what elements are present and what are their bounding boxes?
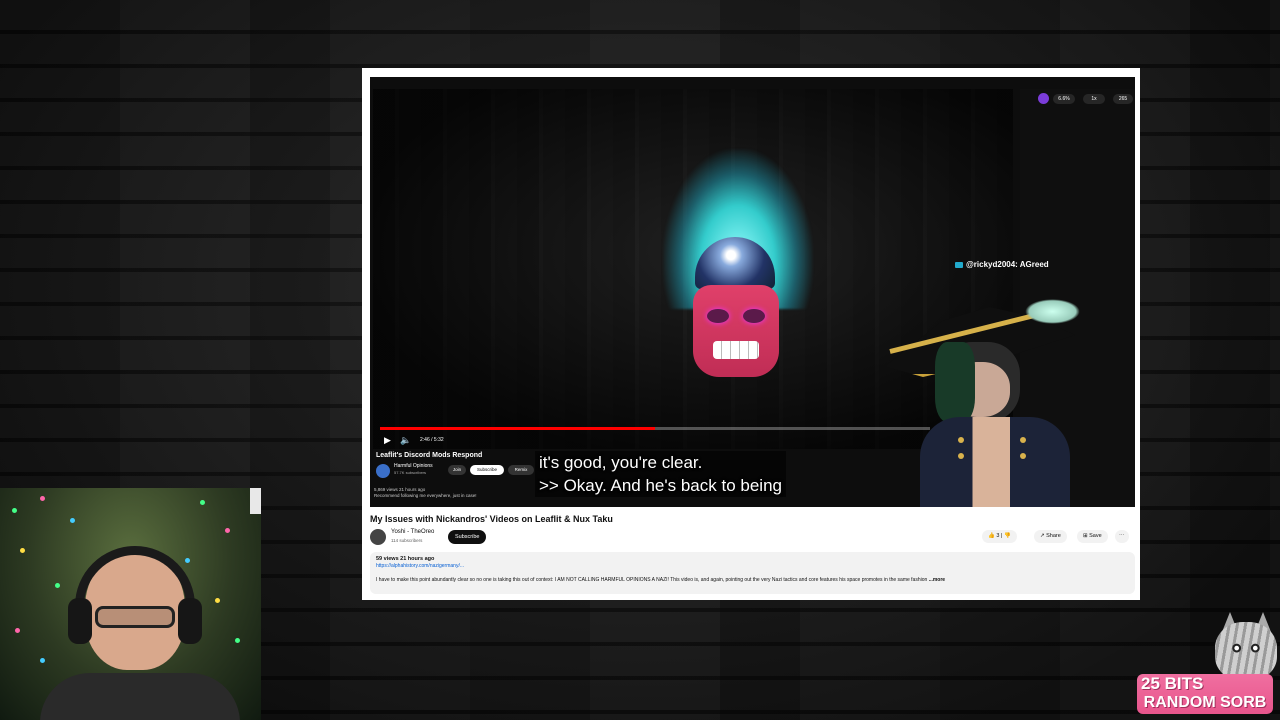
youtube-icon (955, 261, 963, 268)
more-actions-button[interactable]: ⋯ (1115, 530, 1129, 543)
inner-video-title: Leaflit's Discord Mods Respond (376, 452, 483, 459)
inner-join-button[interactable]: Join (448, 465, 466, 475)
thumbs-down-icon: | 👎 (999, 533, 1011, 539)
bits-amount: 25 BITS (1141, 674, 1204, 693)
inner-channel-avatar (376, 464, 390, 478)
like-button[interactable]: 👍 3 | 👎 (982, 530, 1017, 543)
pink-skull-logo (693, 285, 779, 377)
inner-subscribe-button[interactable]: Subscribe (470, 465, 504, 475)
share-button[interactable]: ↗ Share (1034, 530, 1067, 543)
play-icon[interactable]: ▶ (384, 435, 391, 446)
save-button[interactable]: ⊞ Save (1077, 530, 1108, 543)
pirate-coat (920, 417, 1070, 507)
description-box[interactable]: 59 views 21 hours ago https://alphahisto… (370, 552, 1135, 594)
extension-icon[interactable] (1038, 93, 1049, 104)
progress-fill (380, 427, 655, 430)
video-player[interactable]: 6.6% 1x 265 ▶ 🔈 2:46 / 5:32 Leaflit's Di… (370, 77, 1135, 507)
glasses (95, 606, 175, 628)
channel-name[interactable]: Yoshi - TheOreo (391, 529, 434, 535)
side-pill-3[interactable]: 265 (1113, 94, 1133, 104)
video-title: My Issues with Nickandros' Videos on Lea… (370, 514, 613, 524)
caption-line-2: >> Okay. And he's back to being (535, 474, 786, 497)
subscribe-button[interactable]: Subscribe (448, 530, 487, 544)
bits-donor: RANDOM SORB (1143, 694, 1267, 711)
description-link[interactable]: https://alphahistory.com/nazigermany/... (376, 563, 1129, 569)
channel-avatar[interactable] (370, 529, 386, 545)
inner-remix-button[interactable]: Remix (508, 465, 534, 475)
chat-message: @rickyd2004: AGreed (955, 260, 1049, 269)
bits-alert: 25 BITS RANDOM SORB (1137, 674, 1273, 714)
description-views: 59 views 21 hours ago (376, 556, 435, 562)
pirate-vtuber-avatar (885, 287, 1085, 507)
caption-box: it's good, you're clear. >> Okay. And he… (535, 451, 786, 497)
side-pill-1[interactable]: 6.6% (1053, 94, 1075, 104)
side-pill-2[interactable]: 1x (1083, 94, 1105, 104)
inner-channel-subs: 57.7K subscribers (394, 470, 427, 475)
inner-video-stats: 5,869 views 21 hours ago Recommend follo… (374, 487, 477, 498)
inner-video-info: Leaflit's Discord Mods Respond Harmful O… (376, 452, 534, 478)
inner-channel-name: Harmful Opinions (394, 463, 433, 469)
caption-line-1: it's good, you're clear. (535, 451, 786, 474)
time-display: 2:46 / 5:32 (420, 437, 444, 443)
webcam-feed (0, 488, 261, 720)
volume-icon[interactable]: 🔈 (400, 435, 411, 446)
description-text: I have to make this point abundantly cle… (376, 577, 946, 583)
channel-subscribers: 114 subscribers (391, 538, 423, 543)
show-more-link[interactable]: ...more (929, 577, 945, 583)
progress-bar[interactable] (380, 427, 930, 430)
youtube-window: 6.6% 1x 265 ▶ 🔈 2:46 / 5:32 Leaflit's Di… (362, 68, 1140, 600)
cat-mascot (1215, 622, 1277, 680)
hat-feather (1025, 299, 1080, 324)
